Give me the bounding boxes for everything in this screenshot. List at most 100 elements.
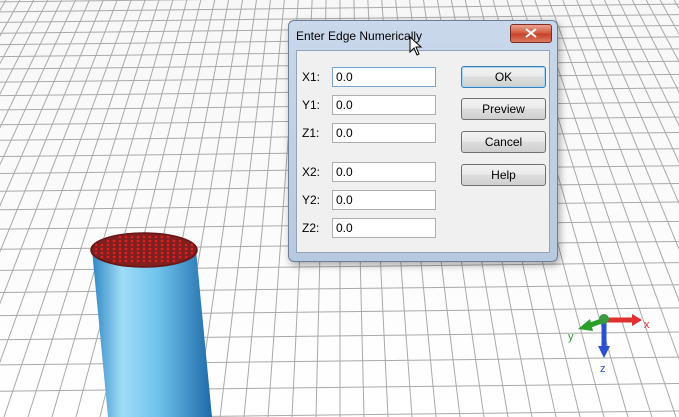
y2-field[interactable]: [332, 190, 436, 210]
x-axis-label: x: [644, 319, 650, 331]
mesh-point: [112, 239, 116, 243]
mesh-point: [160, 251, 164, 255]
mesh-point: [136, 243, 140, 247]
mesh-point: [112, 255, 116, 259]
mesh-point: [148, 235, 152, 239]
cylinder-solid[interactable]: [90, 232, 212, 417]
mesh-point: [124, 259, 128, 263]
mesh-point: [124, 247, 128, 251]
mesh-point: [160, 259, 164, 263]
mesh-point: [166, 243, 170, 247]
enter-edge-dialog: Enter Edge Numerically X1: Y1: Z1: X2: Y…: [288, 20, 558, 262]
mesh-point: [118, 247, 122, 251]
mesh-point: [184, 251, 188, 255]
mesh-point: [100, 255, 104, 259]
mesh-point: [160, 239, 164, 243]
mouse-cursor-icon: [409, 36, 423, 56]
mesh-point: [124, 251, 128, 255]
mesh-point: [166, 247, 170, 251]
mesh-point: [154, 259, 158, 263]
close-button[interactable]: [510, 24, 552, 43]
mesh-point: [148, 255, 152, 259]
mesh-point: [142, 255, 146, 259]
mesh-point: [94, 247, 98, 251]
mesh-point: [142, 251, 146, 255]
mesh-point: [178, 243, 182, 247]
mesh-point: [142, 247, 146, 251]
mesh-point: [106, 239, 110, 243]
mesh-point: [130, 259, 134, 263]
mesh-point: [100, 251, 104, 255]
mesh-point: [142, 235, 146, 239]
cancel-button[interactable]: Cancel: [461, 131, 546, 153]
mesh-point: [118, 239, 122, 243]
mesh-point: [148, 247, 152, 251]
mesh-point: [136, 251, 140, 255]
help-button[interactable]: Help: [461, 164, 546, 186]
mesh-point: [130, 255, 134, 259]
mesh-point: [136, 235, 140, 239]
mesh-point: [166, 239, 170, 243]
mesh-point: [118, 255, 122, 259]
z2-field[interactable]: [332, 218, 436, 238]
x2-label: X2:: [302, 165, 321, 179]
mesh-point: [106, 255, 110, 259]
mesh-point: [118, 235, 122, 239]
close-icon: [525, 28, 537, 38]
z-axis-label: z: [600, 363, 606, 375]
mesh-point: [154, 247, 158, 251]
mesh-point: [130, 251, 134, 255]
mesh-point: [112, 243, 116, 247]
mesh-point: [154, 255, 158, 259]
mesh-point: [154, 235, 158, 239]
mesh-point: [118, 243, 122, 247]
mesh-point: [142, 243, 146, 247]
mesh-point: [130, 243, 134, 247]
mesh-point: [172, 255, 176, 259]
dialog-titlebar[interactable]: Enter Edge Numerically: [289, 21, 557, 47]
mesh-point: [172, 239, 176, 243]
mesh-point: [172, 247, 176, 251]
mesh-point: [172, 251, 176, 255]
mesh-point: [166, 255, 170, 259]
y-axis-label: y: [568, 331, 574, 343]
mesh-point: [172, 243, 176, 247]
mesh-point: [160, 247, 164, 251]
mesh-point: [190, 251, 194, 255]
mesh-point: [136, 239, 140, 243]
mesh-point: [106, 247, 110, 251]
mesh-point: [136, 247, 140, 251]
z1-field[interactable]: [332, 123, 436, 143]
mesh-point: [94, 251, 98, 255]
mesh-point: [172, 259, 176, 263]
z2-label: Z2:: [302, 221, 320, 235]
mesh-point: [112, 259, 116, 263]
mesh-point: [160, 255, 164, 259]
mesh-point: [148, 239, 152, 243]
ok-button[interactable]: OK: [461, 66, 546, 88]
mesh-point: [148, 251, 152, 255]
mesh-point: [136, 255, 140, 259]
mesh-point: [154, 251, 158, 255]
mesh-point: [166, 259, 170, 263]
mesh-point: [106, 243, 110, 247]
x1-field[interactable]: [332, 67, 436, 87]
mesh-point: [154, 243, 158, 247]
mesh-point: [184, 247, 188, 251]
mesh-point: [100, 243, 104, 247]
mesh-point: [118, 251, 122, 255]
mesh-point: [118, 259, 122, 263]
mesh-point: [178, 255, 182, 259]
mesh-point: [190, 243, 194, 247]
y1-field[interactable]: [332, 95, 436, 115]
mesh-point: [130, 247, 134, 251]
mesh-point: [154, 239, 158, 243]
mesh-point: [124, 235, 128, 239]
z1-label: Z1:: [302, 126, 320, 140]
dialog-client-area: X1: Y1: Z1: X2: Y2: Z2: OK Preview Cance…: [296, 50, 550, 253]
mesh-point: [166, 251, 170, 255]
mesh-point: [148, 259, 152, 263]
x2-field[interactable]: [332, 162, 436, 182]
mesh-point: [94, 243, 98, 247]
preview-button[interactable]: Preview: [461, 98, 546, 120]
